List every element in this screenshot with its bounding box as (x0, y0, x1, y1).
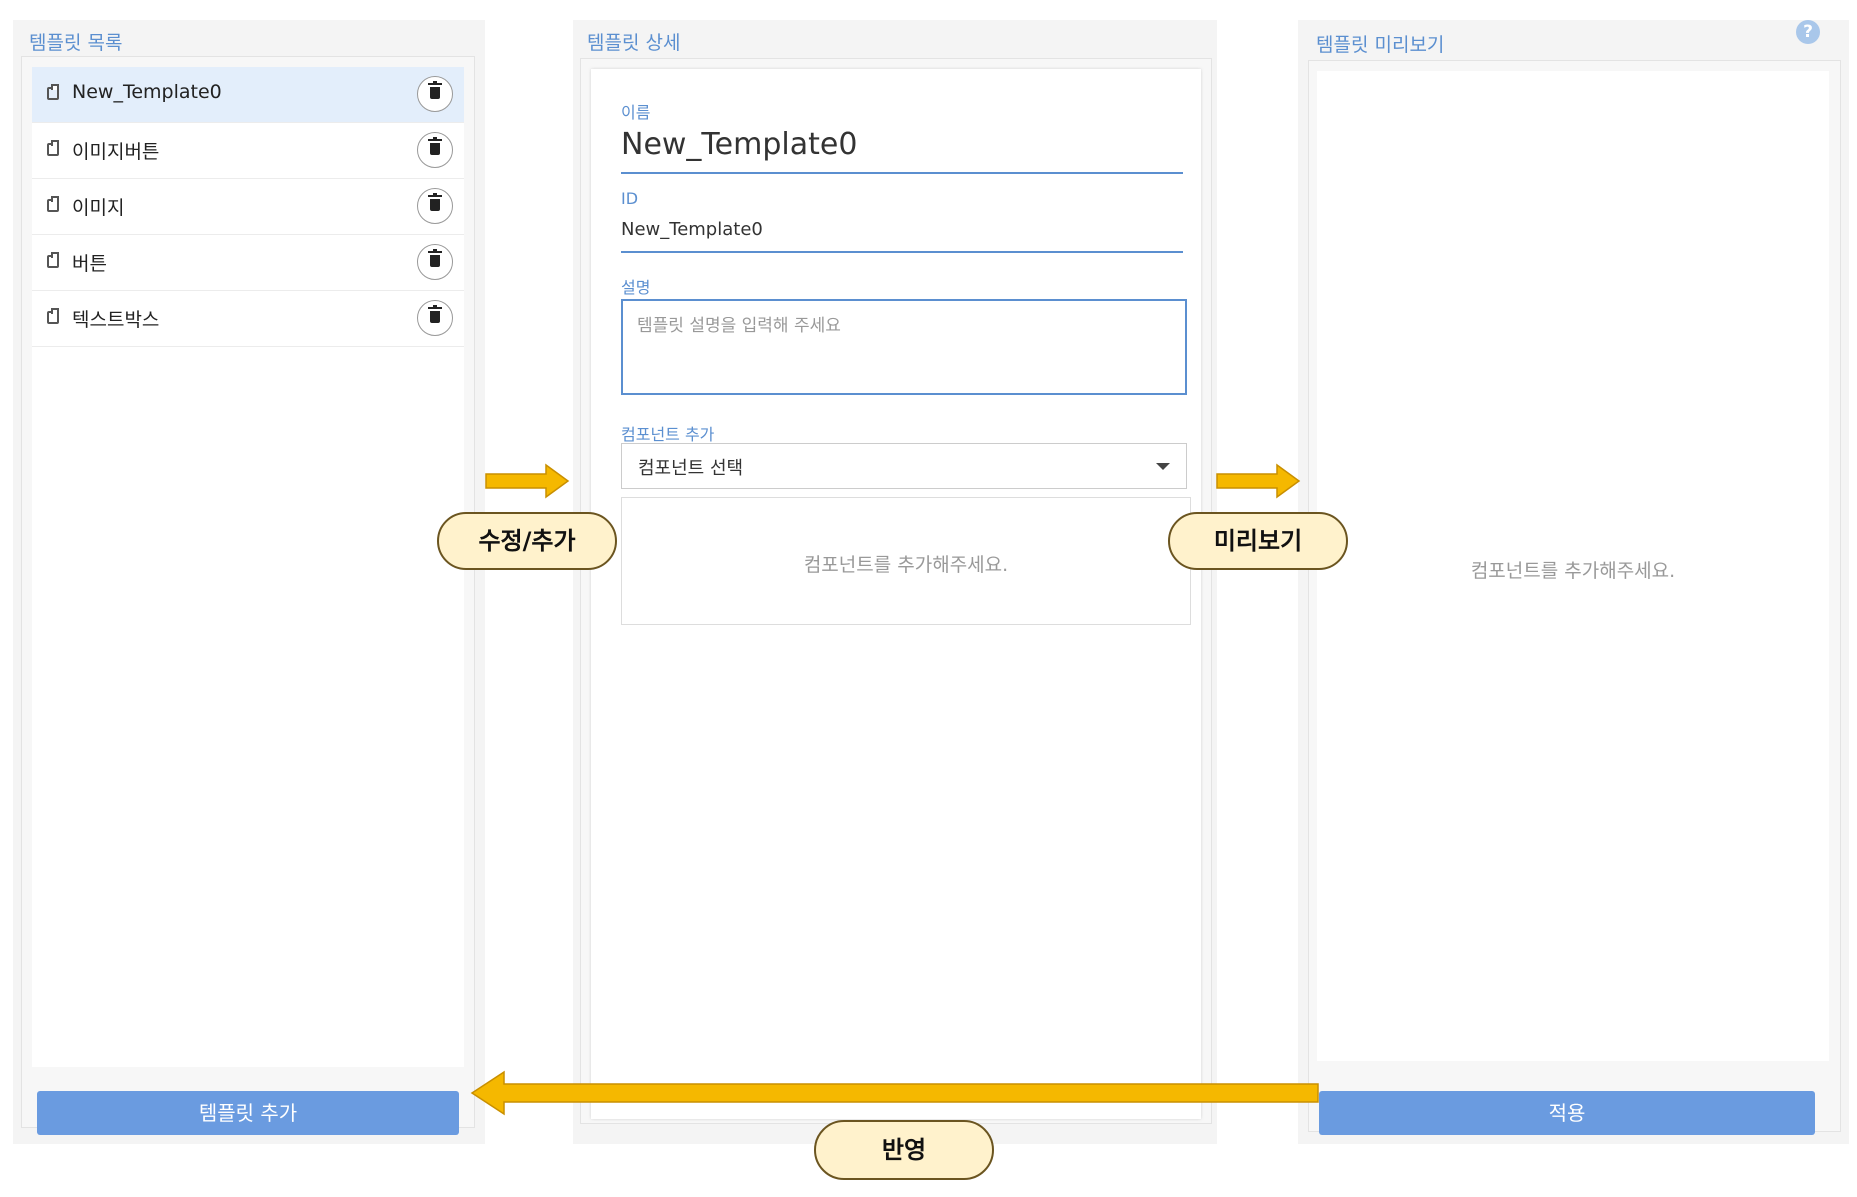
template-list: New_Template0 이미지버튼 이미지 버튼 텍스트박스 (32, 67, 464, 1067)
template-list-item[interactable]: 텍스트박스 (32, 291, 464, 347)
left-arrow-icon (470, 1070, 1319, 1116)
clipboard-icon (47, 196, 59, 212)
help-icon[interactable]: ? (1796, 20, 1820, 44)
right-arrow-icon (1216, 463, 1301, 499)
description-textarea[interactable]: 템플릿 설명을 입력해 주세요 (621, 299, 1187, 395)
template-detail-panel: 템플릿 상세 이름 New_Template0 ID New_Template0… (573, 20, 1217, 1144)
template-item-label: 텍스트박스 (72, 309, 160, 331)
right-arrow-icon (485, 463, 570, 499)
name-field[interactable]: New_Template0 (621, 127, 857, 162)
id-underline (621, 251, 1183, 253)
name-underline (621, 172, 1183, 174)
id-field[interactable]: New_Template0 (621, 219, 763, 240)
component-list-empty: 컴포넌트를 추가해주세요. (621, 497, 1191, 625)
delete-template-button[interactable] (417, 244, 453, 280)
template-list-item[interactable]: New_Template0 (32, 67, 464, 123)
component-empty-text: 컴포넌트를 추가해주세요. (803, 554, 1009, 576)
template-preview-frame: 컴포넌트를 추가해주세요. 적용 (1308, 60, 1841, 1135)
preview-area: 컴포넌트를 추가해주세요. (1317, 71, 1829, 1061)
delete-template-button[interactable] (417, 132, 453, 168)
component-select-value: 컴포넌트 선택 (638, 458, 744, 479)
template-item-label: 이미지 (72, 197, 125, 219)
template-list-item[interactable]: 버튼 (32, 235, 464, 291)
component-select[interactable]: 컴포넌트 선택 (621, 443, 1187, 489)
description-label: 설명 (621, 278, 651, 297)
clipboard-icon (47, 308, 59, 324)
trash-icon (428, 81, 442, 99)
clipboard-icon (47, 140, 59, 156)
template-detail-title: 템플릿 상세 (587, 32, 681, 54)
template-detail-card: 이름 New_Template0 ID New_Template0 설명 템플릿… (591, 69, 1201, 1119)
template-list-item[interactable]: 이미지 (32, 179, 464, 235)
clipboard-icon (47, 252, 59, 268)
description-placeholder: 템플릿 설명을 입력해 주세요 (637, 316, 841, 336)
trash-icon (428, 305, 442, 323)
delete-template-button[interactable] (417, 188, 453, 224)
template-list-title: 템플릿 목록 (29, 32, 123, 54)
add-component-label: 컴포넌트 추가 (621, 425, 715, 444)
trash-icon (428, 249, 442, 267)
edit-add-callout: 수정/추가 (437, 512, 617, 570)
preview-callout: 미리보기 (1168, 512, 1348, 570)
template-item-label: 이미지버튼 (72, 141, 160, 163)
clipboard-icon (47, 84, 59, 100)
trash-icon (428, 193, 442, 211)
template-list-item[interactable]: 이미지버튼 (32, 123, 464, 179)
trash-icon (428, 137, 442, 155)
template-detail-frame: 이름 New_Template0 ID New_Template0 설명 템플릿… (580, 58, 1212, 1124)
apply-button[interactable]: 적용 (1319, 1091, 1815, 1135)
template-list-panel: 템플릿 목록 New_Template0 이미지버튼 이미지 버튼 텍스트박스 … (13, 20, 485, 1144)
apply-reflect-callout: 반영 (814, 1120, 994, 1180)
template-preview-panel: 템플릿 미리보기 컴포넌트를 추가해주세요. 적용 (1298, 20, 1849, 1144)
template-preview-title: 템플릿 미리보기 (1316, 34, 1445, 56)
id-label: ID (621, 189, 639, 208)
preview-empty-text: 컴포넌트를 추가해주세요. (1470, 560, 1676, 582)
chevron-down-icon (1156, 463, 1170, 470)
template-item-label: 버튼 (72, 253, 107, 275)
add-template-button[interactable]: 템플릿 추가 (37, 1091, 459, 1135)
delete-template-button[interactable] (417, 76, 453, 112)
template-item-label: New_Template0 (72, 81, 222, 103)
name-label: 이름 (621, 103, 651, 122)
template-list-frame: New_Template0 이미지버튼 이미지 버튼 텍스트박스 템플릿 추가 (21, 56, 475, 1135)
delete-template-button[interactable] (417, 300, 453, 336)
